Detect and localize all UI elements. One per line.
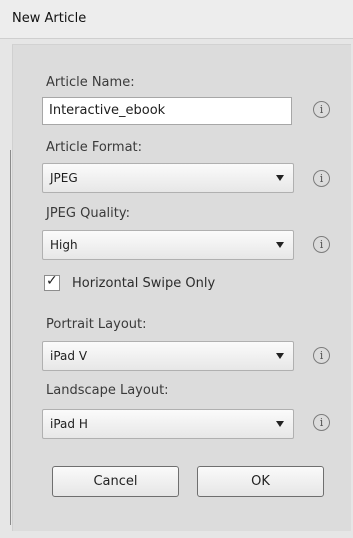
jpeg-quality-select[interactable]: High	[42, 230, 294, 260]
checkmark-icon: ✓	[46, 273, 58, 289]
article-name-input[interactable]: Interactive_ebook	[42, 97, 292, 125]
article-format-label: Article Format:	[46, 140, 143, 155]
jpeg-quality-label: JPEG Quality:	[46, 206, 130, 221]
portrait-layout-value: iPad V	[50, 349, 88, 363]
portrait-layout-select[interactable]: iPad V	[42, 341, 294, 371]
dropdown-arrow-icon	[276, 175, 284, 181]
dialog-left-edge	[10, 150, 11, 525]
article-format-select[interactable]: JPEG	[42, 163, 294, 193]
landscape-layout-label: Landscape Layout:	[46, 383, 169, 398]
horizontal-swipe-checkbox[interactable]: ✓	[44, 273, 60, 291]
info-icon[interactable]: i	[313, 414, 330, 431]
window-title: New Article	[12, 11, 87, 26]
dropdown-arrow-icon	[276, 242, 284, 248]
ok-button[interactable]: OK	[197, 466, 324, 497]
info-icon[interactable]: i	[313, 170, 330, 187]
cancel-button[interactable]: Cancel	[52, 466, 179, 497]
landscape-layout-value: iPad H	[50, 417, 88, 431]
horizontal-swipe-label[interactable]: Horizontal Swipe Only	[72, 276, 215, 291]
landscape-layout-select[interactable]: iPad H	[42, 409, 294, 439]
title-bar: New Article	[0, 0, 353, 39]
article-name-label: Article Name:	[46, 75, 135, 90]
article-format-value: JPEG	[50, 171, 78, 185]
dropdown-arrow-icon	[276, 421, 284, 427]
info-icon[interactable]: i	[313, 347, 330, 364]
dropdown-arrow-icon	[276, 353, 284, 359]
jpeg-quality-value: High	[50, 238, 78, 252]
info-icon[interactable]: i	[313, 101, 330, 118]
info-icon[interactable]: i	[313, 236, 330, 253]
portrait-layout-label: Portrait Layout:	[46, 317, 147, 332]
